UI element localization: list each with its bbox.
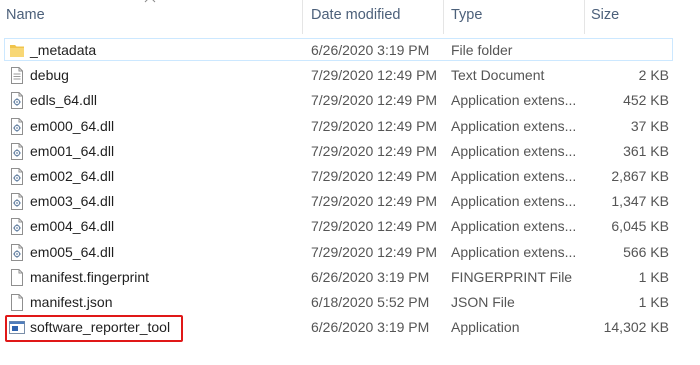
folder-icon (9, 42, 25, 59)
file-type: Application extens... (451, 243, 577, 260)
file-type: JSON File (451, 294, 515, 310)
file-row[interactable]: em000_64.dll 7/29/2020 12:49 PM Applicatio… (0, 114, 700, 139)
file-name: em004_64.dll (30, 218, 115, 235)
file-type: File folder (451, 42, 513, 58)
file-date-modified: 7/29/2020 12:49 PM (311, 92, 438, 109)
file-type: Application extens... (451, 218, 577, 235)
file-name: em001_64.dll (30, 142, 115, 159)
file-size: 14,302 KB (603, 319, 669, 336)
column-divider[interactable] (584, 0, 585, 34)
file-type: Application extens... (451, 117, 577, 134)
file-type: Application extens... (451, 168, 577, 184)
file-row[interactable]: em001_64.dll 7/29/2020 12:49 PM Applicatio… (0, 139, 700, 164)
file-size: 1 KB (638, 268, 669, 285)
file-name: em000_64.dll (30, 117, 115, 134)
dll-icon (9, 243, 25, 261)
dll-icon (9, 218, 25, 236)
file-date-modified: 6/26/2020 3:19 PM (311, 268, 430, 285)
dll-icon (9, 117, 25, 135)
file-type: FINGERPRINT File (451, 268, 573, 285)
file-type: Application (451, 319, 520, 336)
column-header-bar: Name Date modified Type Size (0, 0, 700, 34)
column-header-size[interactable]: Size (591, 0, 691, 30)
file-date-modified: 7/29/2020 12:49 PM (311, 117, 438, 134)
file-type: Application extens... (451, 92, 577, 109)
file-name: em002_64.dll (30, 168, 115, 184)
file-name: edls_64.dll (30, 92, 97, 109)
column-header-type[interactable]: Type (451, 0, 581, 30)
file-row[interactable]: _metadata 6/26/2020 3:19 PM File folder (0, 38, 700, 63)
dll-icon (9, 168, 25, 185)
file-size: 2,867 KB (611, 168, 669, 184)
file-type: Application extens... (451, 193, 577, 210)
file-size: 1 KB (638, 294, 669, 310)
file-date-modified: 7/29/2020 12:49 PM (311, 243, 438, 260)
dll-icon (9, 193, 25, 211)
text-document-icon (9, 67, 25, 85)
file-type: Application extens... (451, 142, 577, 159)
file-row[interactable]: em005_64.dll 7/29/2020 12:49 PM Applicatio… (0, 240, 700, 265)
file-row[interactable]: edls_64.dll 7/29/2020 12:49 PM Application… (0, 88, 700, 113)
column-header-date-modified[interactable]: Date modified (311, 0, 441, 30)
file-name: em005_64.dll (30, 243, 115, 260)
file-row[interactable]: em004_64.dll 7/29/2020 12:49 PM Applicatio… (0, 214, 700, 239)
file-row[interactable]: em003_64.dll 7/29/2020 12:49 PM Applicatio… (0, 189, 700, 214)
file-date-modified: 7/29/2020 12:49 PM (311, 67, 438, 84)
file-row[interactable]: em002_64.dll 7/29/2020 12:49 PM Applicatio… (0, 164, 700, 189)
file-row[interactable]: debug 7/29/2020 12:49 PM Text Document 2 KB (0, 63, 700, 88)
highlight-box (5, 315, 183, 342)
file-size (591, 38, 669, 63)
file-name: manifest.json (30, 294, 113, 310)
file-date-modified: 7/29/2020 12:49 PM (311, 142, 438, 159)
file-size: 452 KB (623, 92, 669, 109)
file-size: 2 KB (638, 67, 669, 84)
file-size: 566 KB (623, 243, 669, 260)
file-size: 37 KB (630, 117, 669, 134)
file-size: 361 KB (623, 142, 669, 159)
generic-file-icon (9, 294, 25, 311)
column-header-name[interactable]: Name (6, 0, 302, 30)
file-name: em003_64.dll (30, 193, 115, 210)
dll-icon (9, 92, 25, 110)
file-size: 6,045 KB (611, 218, 669, 235)
dll-icon (9, 142, 25, 160)
file-date-modified: 6/26/2020 3:19 PM (311, 319, 430, 336)
file-name: manifest.fingerprint (30, 268, 150, 285)
file-date-modified: 6/18/2020 5:52 PM (311, 294, 430, 310)
file-name: debug (30, 67, 69, 84)
file-row[interactable]: manifest.fingerprint 6/26/2020 3:19 PM FIN… (0, 265, 700, 290)
file-date-modified: 7/29/2020 12:49 PM (311, 168, 438, 184)
file-size: 1,347 KB (611, 193, 669, 210)
file-type: Text Document (451, 67, 545, 84)
file-row[interactable]: manifest.json 6/18/2020 5:52 PM JSON File 1… (0, 290, 700, 315)
column-divider[interactable] (302, 0, 303, 34)
file-date-modified: 7/29/2020 12:49 PM (311, 193, 438, 210)
generic-file-icon (9, 268, 25, 286)
file-name: _metadata (30, 42, 97, 58)
file-date-modified: 6/26/2020 3:19 PM (311, 42, 430, 58)
file-date-modified: 7/29/2020 12:49 PM (311, 218, 438, 235)
column-divider[interactable] (443, 0, 444, 34)
